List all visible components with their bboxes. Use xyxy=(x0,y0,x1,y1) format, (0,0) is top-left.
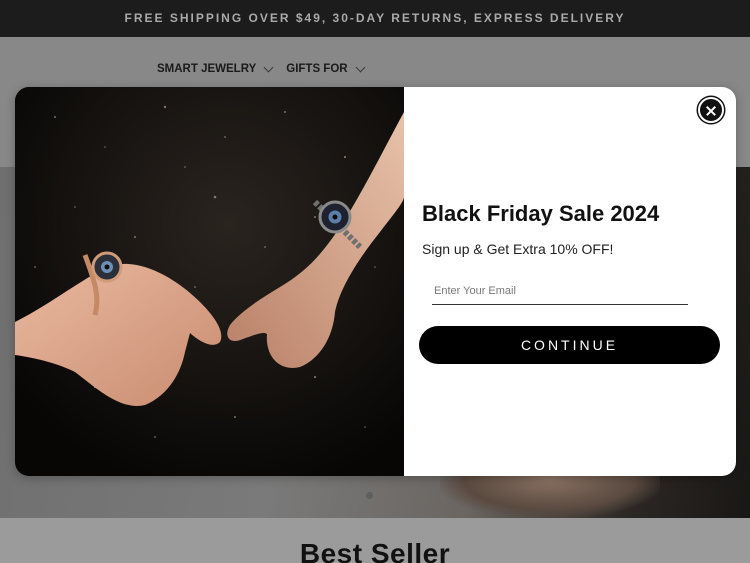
hero-image-detail xyxy=(440,470,660,518)
continue-button[interactable]: CONTINUE xyxy=(419,326,720,364)
main-nav: SMART JEWELRY GIFTS FOR xyxy=(157,62,366,75)
nav-label-smart-jewelry: SMART JEWELRY xyxy=(157,63,257,75)
popup-title: Black Friday Sale 2024 xyxy=(422,201,660,226)
email-field[interactable] xyxy=(432,277,688,305)
hands-bracelet-illustration xyxy=(15,87,404,476)
announcement-text: FREE SHIPPING OVER $49, 30-DAY RETURNS, … xyxy=(124,11,626,25)
chevron-down-icon xyxy=(355,62,366,72)
nav-item-gifts-for[interactable]: GIFTS FOR xyxy=(286,62,366,75)
popup-image xyxy=(15,87,404,476)
close-icon[interactable] xyxy=(698,97,724,123)
popup-subtitle: Sign up & Get Extra 10% OFF! xyxy=(422,241,614,257)
signup-popup: Black Friday Sale 2024 Sign up & Get Ext… xyxy=(15,87,736,476)
section-heading: Best Seller xyxy=(299,538,451,563)
chevron-down-icon xyxy=(263,62,274,72)
nav-item-smart-jewelry[interactable]: SMART JEWELRY xyxy=(157,62,274,75)
carousel-dot[interactable] xyxy=(366,492,373,499)
announcement-bar: FREE SHIPPING OVER $49, 30-DAY RETURNS, … xyxy=(0,0,750,37)
nav-label-gifts-for: GIFTS FOR xyxy=(286,63,348,75)
